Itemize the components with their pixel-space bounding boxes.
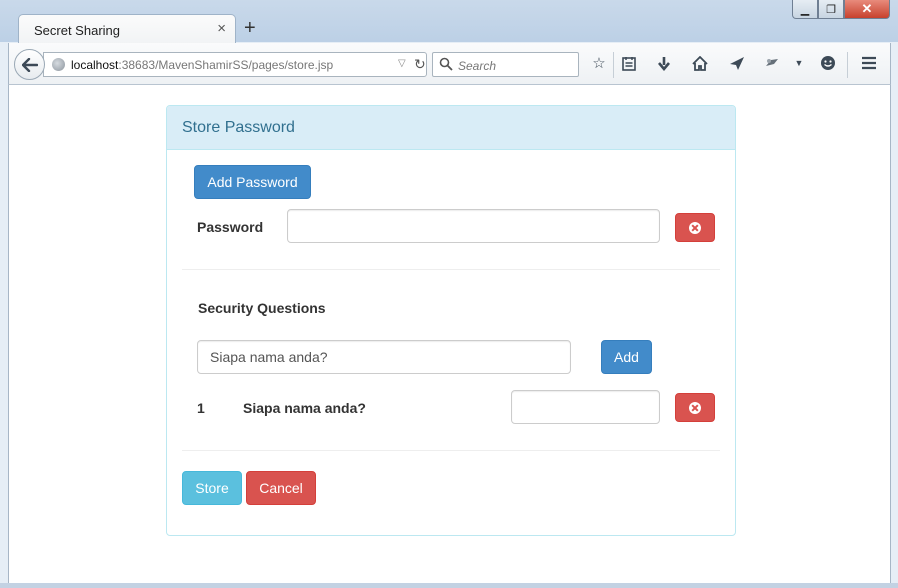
window-titlebar: Secret Sharing × + ▁ ❐ ✕: [0, 0, 898, 44]
page-viewport: Store Password Add Password Password Sec…: [8, 85, 891, 583]
reading-list-icon[interactable]: [620, 54, 638, 72]
remove-question-button[interactable]: [675, 393, 715, 422]
panel-title: Store Password: [182, 119, 295, 136]
url-path: :38683/MavenShamirSS/pages/store.jsp: [118, 58, 334, 72]
toolbar-divider: [613, 52, 614, 78]
url-bar[interactable]: localhost:38683/MavenShamirSS/pages/stor…: [43, 52, 427, 77]
send-icon[interactable]: [728, 54, 746, 72]
tab-title: Secret Sharing: [34, 23, 120, 38]
menu-icon[interactable]: [860, 54, 878, 72]
remove-circle-icon: [689, 401, 701, 414]
home-icon[interactable]: [691, 54, 709, 72]
dropdown-arrow-icon[interactable]: ▼: [790, 54, 808, 72]
password-label: Password: [197, 219, 264, 235]
security-questions-label: Security Questions: [198, 300, 326, 316]
extension-icon[interactable]: [763, 54, 781, 72]
divider: [182, 450, 720, 451]
search-bar[interactable]: Search: [432, 52, 579, 77]
cancel-button[interactable]: Cancel: [246, 471, 316, 505]
back-button[interactable]: [14, 49, 45, 80]
url-text: localhost:38683/MavenShamirSS/pages/stor…: [71, 58, 333, 72]
store-password-panel: Store Password Add Password Password Sec…: [166, 105, 736, 536]
question-text: Siapa nama anda?: [243, 400, 366, 416]
browser-tab[interactable]: Secret Sharing ×: [18, 14, 236, 44]
minimize-icon[interactable]: ▁: [792, 0, 818, 19]
tab-close-icon[interactable]: ×: [217, 21, 226, 36]
window-bottom-frame: [0, 583, 898, 588]
security-question-input[interactable]: [197, 340, 571, 374]
bookmark-star-icon[interactable]: ☆: [590, 54, 608, 72]
add-password-button[interactable]: Add Password: [194, 165, 311, 199]
add-question-button[interactable]: Add: [601, 340, 652, 374]
globe-icon: [52, 58, 65, 71]
panel-heading: Store Password: [167, 106, 735, 150]
window-controls: ▁ ❐ ✕: [792, 0, 890, 19]
new-tab-icon[interactable]: +: [244, 18, 256, 38]
divider: [182, 269, 720, 270]
toolbar-divider: [847, 52, 848, 78]
back-arrow-icon: [21, 57, 38, 72]
store-button[interactable]: Store: [182, 471, 242, 505]
remove-circle-icon: [689, 221, 701, 234]
browser-navbar: localhost:38683/MavenShamirSS/pages/stor…: [8, 43, 891, 85]
url-dropdown-icon[interactable]: ▽: [398, 58, 406, 69]
close-icon[interactable]: ✕: [844, 0, 890, 19]
password-input[interactable]: [287, 209, 660, 243]
search-icon: [439, 57, 453, 71]
question-number: 1: [197, 400, 205, 416]
download-icon[interactable]: [655, 54, 673, 72]
restore-icon[interactable]: ❐: [818, 0, 844, 19]
answer-input[interactable]: [511, 390, 660, 424]
search-placeholder: Search: [458, 59, 497, 73]
url-host: localhost: [71, 58, 119, 72]
reload-icon[interactable]: ↻: [414, 56, 426, 73]
remove-password-button[interactable]: [675, 213, 715, 242]
smiley-icon[interactable]: [819, 54, 837, 72]
